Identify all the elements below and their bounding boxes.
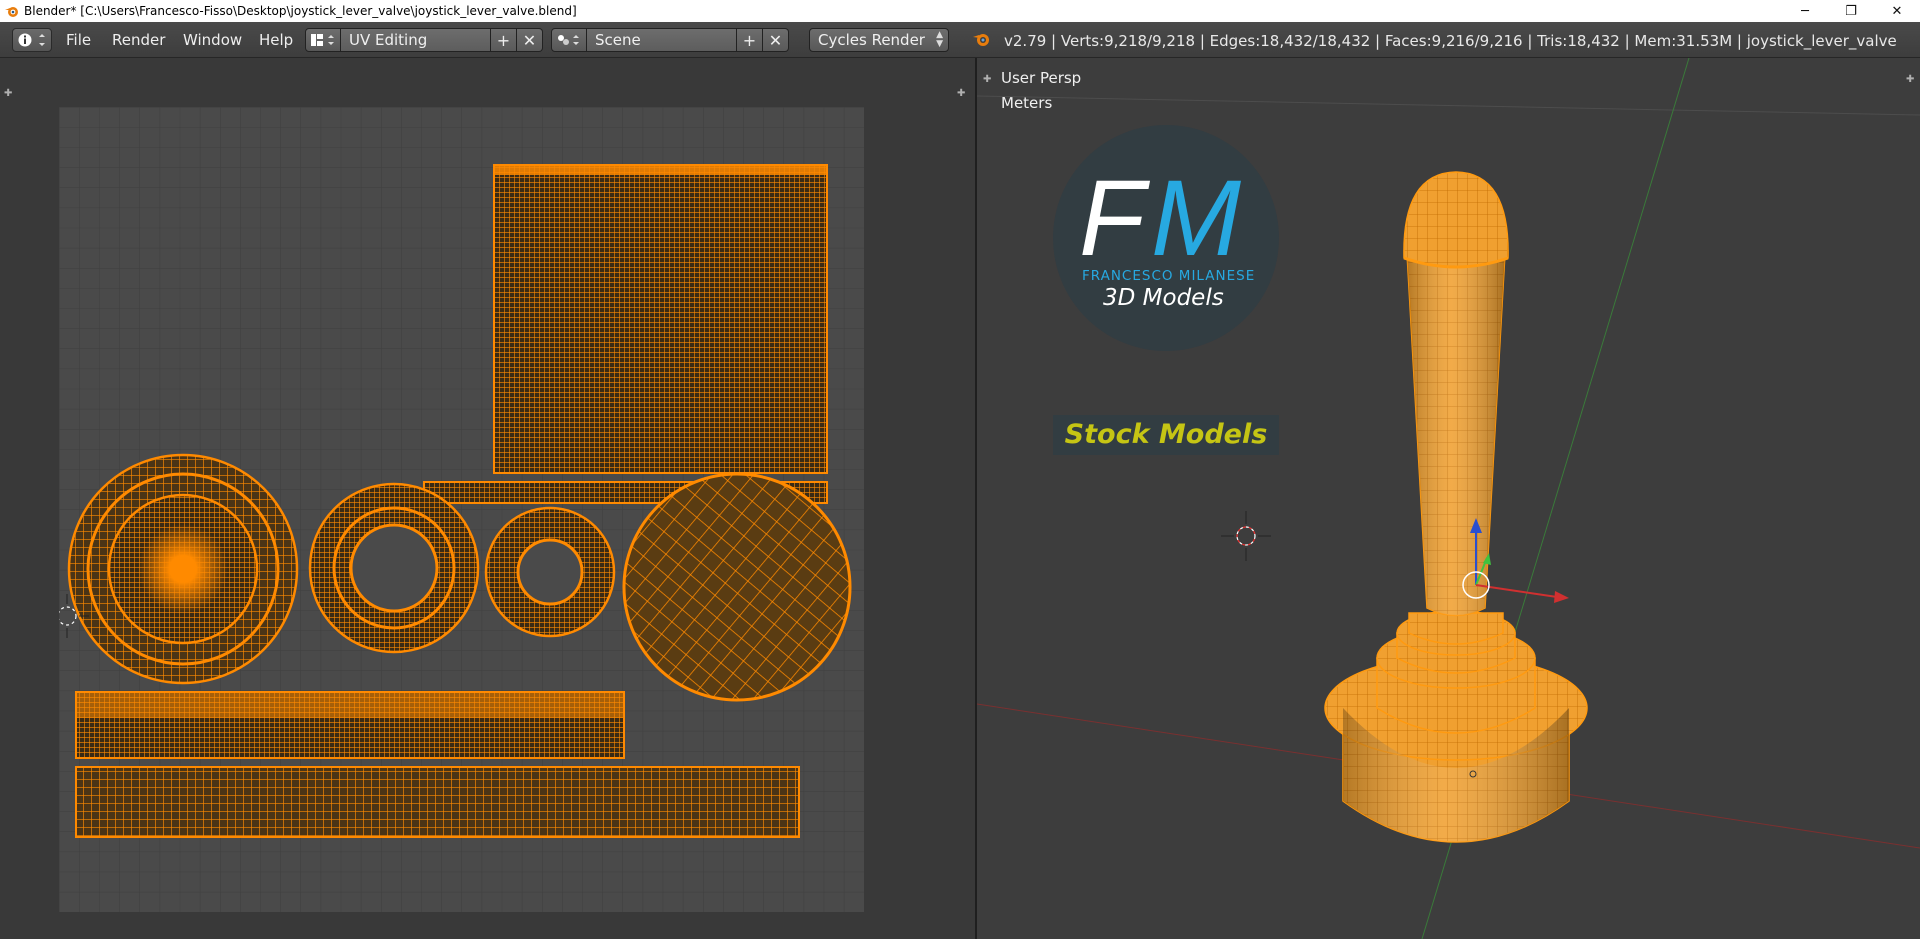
uv-image-editor[interactable]: ✚ ✚ [0, 58, 975, 939]
menu-render[interactable]: Render [112, 31, 165, 49]
scene-field[interactable]: Scene [587, 28, 737, 52]
logo-letter-m: M [1151, 157, 1241, 278]
uv-island[interactable] [75, 766, 800, 838]
minimize-button[interactable]: ─ [1782, 0, 1828, 22]
render-engine-label: Cycles Render [818, 31, 925, 49]
joystick-model[interactable] [1324, 171, 1588, 843]
uv-island[interactable] [622, 472, 852, 702]
close-button[interactable]: ✕ [1874, 0, 1920, 22]
scene-icon[interactable] [551, 28, 587, 52]
remove-scene-button[interactable]: ✕ [763, 28, 789, 52]
logo-brand-name: FRANCESCO MILANESE [1082, 268, 1256, 284]
render-engine-select[interactable]: Cycles Render ▲ ▼ [809, 28, 949, 52]
screen-layout-field[interactable]: UV Editing [341, 28, 491, 52]
restore-button[interactable]: ❐ [1828, 0, 1874, 22]
3d-cursor-icon [1221, 511, 1271, 561]
3d-viewport[interactable]: ✚ ✚ User Persp Meters F M FRANCESCO MILA… [977, 58, 1920, 939]
uv-island[interactable] [493, 164, 828, 474]
add-scene-button[interactable]: + [737, 28, 763, 52]
uv-island[interactable] [484, 506, 616, 638]
menu-help[interactable]: Help [259, 31, 293, 49]
info-icon [18, 33, 45, 47]
screen-layout-selector: UV Editing + ✕ [305, 28, 543, 52]
dropdown-arrows-icon: ▲ ▼ [936, 30, 943, 49]
scene-statistics: v2.79 | Verts:9,218/9,218 | Edges:18,432… [1004, 32, 1897, 50]
screen-layout-icon[interactable] [305, 28, 341, 52]
region-toggle-icon[interactable]: ✚ [957, 88, 965, 99]
window-title: Blender* [C:\Users\Francesco-Fisso\Deskt… [24, 4, 577, 18]
blender-logo-icon [973, 34, 989, 46]
add-screen-button[interactable]: + [491, 28, 517, 52]
uv-island[interactable] [67, 453, 299, 685]
menu-window[interactable]: Window [183, 31, 242, 49]
region-toggle-icon[interactable]: ✚ [4, 88, 12, 99]
scene-selector: Scene + ✕ [551, 28, 789, 52]
window-titlebar: Blender* [C:\Users\Francesco-Fisso\Deskt… [0, 0, 1920, 22]
info-header: File Render Window Help UV Editing + ✕ S… [0, 22, 1920, 58]
remove-screen-button[interactable]: ✕ [517, 28, 543, 52]
editor-type-selector[interactable] [12, 28, 52, 52]
uv-canvas[interactable] [59, 107, 864, 912]
uv-island[interactable] [308, 482, 480, 654]
blender-logo-icon [5, 7, 18, 17]
logo-subtitle: 3D Models [1103, 285, 1224, 311]
stock-models-badge: Stock Models [1053, 415, 1279, 455]
horizon-line [977, 95, 1920, 116]
logo-letter-f: F [1079, 157, 1145, 278]
menu-file[interactable]: File [66, 31, 91, 49]
